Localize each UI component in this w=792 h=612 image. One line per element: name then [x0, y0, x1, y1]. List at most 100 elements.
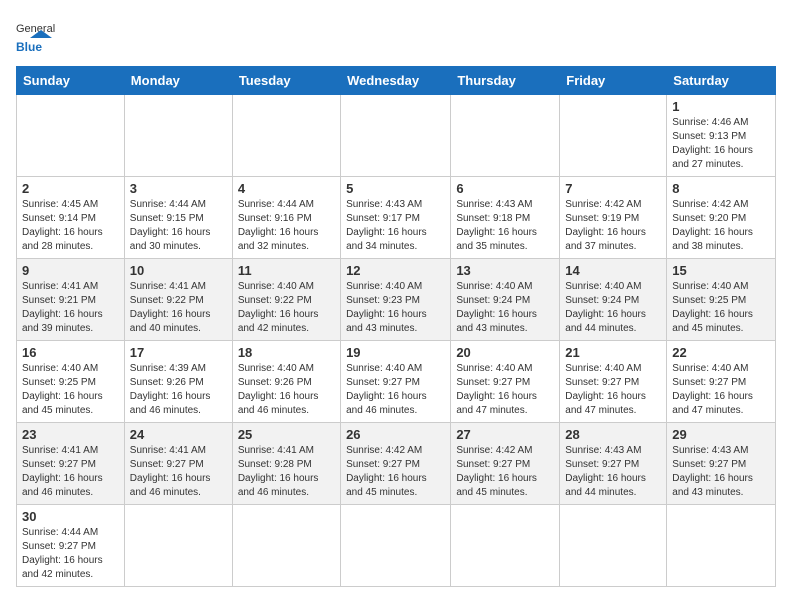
calendar-table: SundayMondayTuesdayWednesdayThursdayFrid…	[16, 66, 776, 587]
day-cell: 20 Sunrise: 4:40 AM Sunset: 9:27 PM Dayli…	[451, 341, 560, 423]
day-cell	[341, 95, 451, 177]
svg-text:General: General	[16, 23, 55, 35]
day-number: 27	[456, 427, 554, 442]
day-number: 2	[22, 181, 119, 196]
day-number: 22	[672, 345, 770, 360]
day-cell: 6Sunrise: 4:43 AM Sunset: 9:18 PM Daylig…	[451, 177, 560, 259]
day-info: Sunrise: 4:40 AM Sunset: 9:25 PM Dayligh…	[672, 280, 770, 336]
day-cell: 14 Sunrise: 4:40 AM Sunset: 9:24 PM Dayli…	[560, 259, 667, 341]
day-cell	[124, 505, 232, 587]
day-info: Sunrise: 4:40 AM Sunset: 9:27 PM Dayligh…	[672, 362, 770, 418]
day-number: 4	[238, 181, 335, 196]
day-cell: 29 Sunrise: 4:43 AM Sunset: 9:27 PM Dayli…	[667, 423, 776, 505]
day-cell: 22 Sunrise: 4:40 AM Sunset: 9:27 PM Dayli…	[667, 341, 776, 423]
day-header-wednesday: Wednesday	[341, 67, 451, 95]
day-cell: 9Sunrise: 4:41 AM Sunset: 9:21 PM Daylig…	[17, 259, 125, 341]
day-info: Sunrise: 4:39 AM Sunset: 9:26 PM Dayligh…	[130, 362, 227, 418]
day-number: 25	[238, 427, 335, 442]
day-cell: 16Sunrise: 4:40 AM Sunset: 9:25 PM Dayli…	[17, 341, 125, 423]
day-info: Sunrise: 4:44 AM Sunset: 9:27 PM Dayligh…	[22, 526, 119, 582]
day-info: Sunrise: 4:42 AM Sunset: 9:27 PM Dayligh…	[346, 444, 445, 500]
day-cell: 26Sunrise: 4:42 AM Sunset: 9:27 PM Dayli…	[341, 423, 451, 505]
day-cell: 28 Sunrise: 4:43 AM Sunset: 9:27 PM Dayli…	[560, 423, 667, 505]
day-info: Sunrise: 4:41 AM Sunset: 9:27 PM Dayligh…	[22, 444, 119, 500]
day-number: 21	[565, 345, 661, 360]
logo-svg: General Blue	[16, 16, 66, 56]
day-number: 8	[672, 181, 770, 196]
logo: General Blue	[16, 16, 66, 56]
day-cell: 25 Sunrise: 4:41 AM Sunset: 9:28 PM Dayli…	[232, 423, 340, 505]
day-number: 19	[346, 345, 445, 360]
day-info: Sunrise: 4:41 AM Sunset: 9:21 PM Dayligh…	[22, 280, 119, 336]
day-cell	[17, 95, 125, 177]
day-info: Sunrise: 4:40 AM Sunset: 9:22 PM Dayligh…	[238, 280, 335, 336]
day-cell: 27 Sunrise: 4:42 AM Sunset: 9:27 PM Dayli…	[451, 423, 560, 505]
day-number: 15	[672, 263, 770, 278]
day-info: Sunrise: 4:40 AM Sunset: 9:27 PM Dayligh…	[565, 362, 661, 418]
day-number: 14	[565, 263, 661, 278]
day-number: 7	[565, 181, 661, 196]
day-cell: 30 Sunrise: 4:44 AM Sunset: 9:27 PM Dayli…	[17, 505, 125, 587]
day-cell: 7 Sunrise: 4:42 AM Sunset: 9:19 PM Daylig…	[560, 177, 667, 259]
week-row-5: 23 Sunrise: 4:41 AM Sunset: 9:27 PM Dayli…	[17, 423, 776, 505]
day-cell	[124, 95, 232, 177]
day-number: 1	[672, 99, 770, 114]
day-cell: 5 Sunrise: 4:43 AM Sunset: 9:17 PM Daylig…	[341, 177, 451, 259]
day-cell: 8 Sunrise: 4:42 AM Sunset: 9:20 PM Daylig…	[667, 177, 776, 259]
day-cell: 2Sunrise: 4:45 AM Sunset: 9:14 PM Daylig…	[17, 177, 125, 259]
day-info: Sunrise: 4:44 AM Sunset: 9:16 PM Dayligh…	[238, 198, 335, 254]
day-number: 24	[130, 427, 227, 442]
day-cell: 12Sunrise: 4:40 AM Sunset: 9:23 PM Dayli…	[341, 259, 451, 341]
day-number: 11	[238, 263, 335, 278]
day-number: 28	[565, 427, 661, 442]
day-info: Sunrise: 4:42 AM Sunset: 9:27 PM Dayligh…	[456, 444, 554, 500]
day-info: Sunrise: 4:40 AM Sunset: 9:24 PM Dayligh…	[456, 280, 554, 336]
day-info: Sunrise: 4:41 AM Sunset: 9:27 PM Dayligh…	[130, 444, 227, 500]
page-header: General Blue	[16, 16, 776, 56]
day-cell	[232, 95, 340, 177]
day-cell: 10Sunrise: 4:41 AM Sunset: 9:22 PM Dayli…	[124, 259, 232, 341]
week-row-1: 1 Sunrise: 4:46 AM Sunset: 9:13 PM Daylig…	[17, 95, 776, 177]
day-info: Sunrise: 4:43 AM Sunset: 9:17 PM Dayligh…	[346, 198, 445, 254]
day-header-saturday: Saturday	[667, 67, 776, 95]
day-cell	[341, 505, 451, 587]
day-cell: 17 Sunrise: 4:39 AM Sunset: 9:26 PM Dayli…	[124, 341, 232, 423]
day-cell: 15 Sunrise: 4:40 AM Sunset: 9:25 PM Dayli…	[667, 259, 776, 341]
day-number: 20	[456, 345, 554, 360]
day-info: Sunrise: 4:43 AM Sunset: 9:27 PM Dayligh…	[565, 444, 661, 500]
day-info: Sunrise: 4:46 AM Sunset: 9:13 PM Dayligh…	[672, 116, 770, 172]
day-number: 5	[346, 181, 445, 196]
week-row-6: 30 Sunrise: 4:44 AM Sunset: 9:27 PM Dayli…	[17, 505, 776, 587]
day-cell	[451, 95, 560, 177]
day-info: Sunrise: 4:40 AM Sunset: 9:24 PM Dayligh…	[565, 280, 661, 336]
day-info: Sunrise: 4:43 AM Sunset: 9:27 PM Dayligh…	[672, 444, 770, 500]
day-header-friday: Friday	[560, 67, 667, 95]
day-info: Sunrise: 4:44 AM Sunset: 9:15 PM Dayligh…	[130, 198, 227, 254]
day-cell: 23 Sunrise: 4:41 AM Sunset: 9:27 PM Dayli…	[17, 423, 125, 505]
day-cell: 19Sunrise: 4:40 AM Sunset: 9:27 PM Dayli…	[341, 341, 451, 423]
day-cell	[451, 505, 560, 587]
day-cell: 24 Sunrise: 4:41 AM Sunset: 9:27 PM Dayli…	[124, 423, 232, 505]
day-cell: 11 Sunrise: 4:40 AM Sunset: 9:22 PM Dayli…	[232, 259, 340, 341]
day-cell: 18Sunrise: 4:40 AM Sunset: 9:26 PM Dayli…	[232, 341, 340, 423]
day-number: 30	[22, 509, 119, 524]
day-info: Sunrise: 4:40 AM Sunset: 9:27 PM Dayligh…	[456, 362, 554, 418]
day-cell	[667, 505, 776, 587]
day-info: Sunrise: 4:42 AM Sunset: 9:19 PM Dayligh…	[565, 198, 661, 254]
day-header-tuesday: Tuesday	[232, 67, 340, 95]
day-cell: 1 Sunrise: 4:46 AM Sunset: 9:13 PM Daylig…	[667, 95, 776, 177]
day-header-monday: Monday	[124, 67, 232, 95]
day-header-sunday: Sunday	[17, 67, 125, 95]
day-info: Sunrise: 4:41 AM Sunset: 9:22 PM Dayligh…	[130, 280, 227, 336]
week-row-2: 2Sunrise: 4:45 AM Sunset: 9:14 PM Daylig…	[17, 177, 776, 259]
day-info: Sunrise: 4:40 AM Sunset: 9:23 PM Dayligh…	[346, 280, 445, 336]
day-number: 3	[130, 181, 227, 196]
day-info: Sunrise: 4:41 AM Sunset: 9:28 PM Dayligh…	[238, 444, 335, 500]
day-number: 13	[456, 263, 554, 278]
day-number: 23	[22, 427, 119, 442]
day-number: 16	[22, 345, 119, 360]
day-info: Sunrise: 4:42 AM Sunset: 9:20 PM Dayligh…	[672, 198, 770, 254]
day-number: 29	[672, 427, 770, 442]
day-number: 17	[130, 345, 227, 360]
day-cell	[232, 505, 340, 587]
